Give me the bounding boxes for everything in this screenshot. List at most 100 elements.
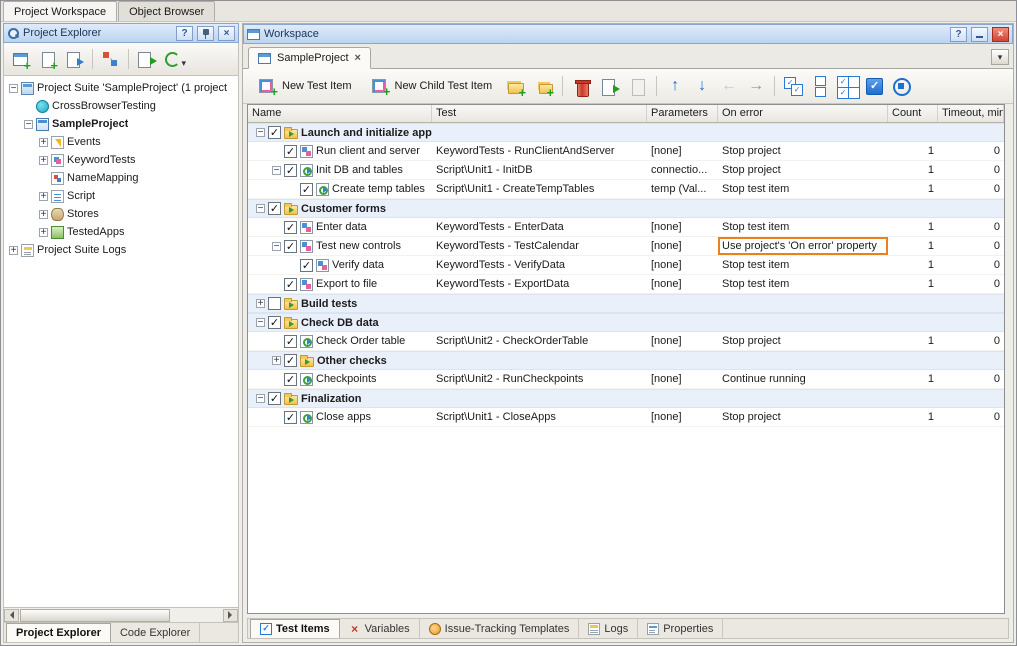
scroll-left-button[interactable] bbox=[4, 609, 19, 622]
tab-issue-tracking-templates[interactable]: Issue-Tracking Templates bbox=[420, 619, 580, 638]
expander-plus-icon[interactable] bbox=[9, 246, 18, 255]
expander-plus-icon[interactable] bbox=[39, 210, 48, 219]
close-workspace-button[interactable] bbox=[992, 27, 1009, 42]
test-item-row-finalization[interactable]: Finalization bbox=[248, 389, 1004, 408]
tree-item-events[interactable]: Events bbox=[4, 133, 238, 151]
new-test-item-button[interactable]: New Test Item bbox=[250, 73, 360, 99]
item-checkbox[interactable] bbox=[300, 183, 313, 196]
tree-item-project-suite-sampleproject-1-project[interactable]: Project Suite 'SampleProject' (1 project bbox=[4, 79, 238, 97]
tree-item-stores[interactable]: Stores bbox=[4, 205, 238, 223]
test-item-row-export-to-file[interactable]: Export to fileKeywordTests - ExportData[… bbox=[248, 275, 1004, 294]
column-header-count[interactable]: Count bbox=[888, 105, 938, 122]
import-project-icon[interactable] bbox=[134, 47, 159, 72]
test-item-row-other-checks[interactable]: Other checks bbox=[248, 351, 1004, 370]
item-checkbox[interactable] bbox=[284, 221, 297, 234]
expander-minus-icon[interactable] bbox=[256, 394, 265, 403]
expander-plus-icon[interactable] bbox=[39, 138, 48, 147]
enable-all-items-icon[interactable] bbox=[835, 74, 859, 98]
expander-minus-icon[interactable] bbox=[272, 166, 281, 175]
expander-plus-icon[interactable] bbox=[256, 299, 265, 308]
export-test-items-icon[interactable] bbox=[597, 74, 622, 99]
new-group-folder-icon[interactable] bbox=[503, 74, 528, 99]
pin-button[interactable] bbox=[197, 26, 214, 41]
delete-test-item-icon[interactable] bbox=[569, 74, 594, 99]
add-new-item-icon[interactable] bbox=[8, 47, 33, 72]
refresh-dropdown-icon[interactable] bbox=[161, 47, 186, 72]
expander-minus-icon[interactable] bbox=[272, 242, 281, 251]
test-item-row-test-new-controls[interactable]: Test new controlsKeywordTests - TestCale… bbox=[248, 237, 1004, 256]
scrollbar-thumb[interactable] bbox=[20, 609, 170, 622]
item-checkbox[interactable] bbox=[284, 240, 297, 253]
tree-item-sampleproject[interactable]: SampleProject bbox=[4, 115, 238, 133]
stop-on-error-icon[interactable] bbox=[889, 74, 913, 98]
tree-item-project-suite-logs[interactable]: Project Suite Logs bbox=[4, 241, 238, 259]
item-checkbox[interactable] bbox=[268, 316, 281, 329]
object-mapping-icon[interactable] bbox=[98, 47, 123, 72]
item-checkbox[interactable] bbox=[268, 202, 281, 215]
expander-minus-icon[interactable] bbox=[256, 204, 265, 213]
item-checkbox[interactable] bbox=[284, 335, 297, 348]
tab-logs[interactable]: Logs bbox=[579, 619, 638, 638]
horizontal-scrollbar[interactable] bbox=[3, 608, 239, 623]
test-item-row-enter-data[interactable]: Enter dataKeywordTests - EnterData[none]… bbox=[248, 218, 1004, 237]
expander-plus-icon[interactable] bbox=[272, 356, 281, 365]
test-item-row-customer-forms[interactable]: Customer forms bbox=[248, 199, 1004, 218]
tree-item-testedapps[interactable]: TestedApps bbox=[4, 223, 238, 241]
tree-item-keywordtests[interactable]: KeywordTests bbox=[4, 151, 238, 169]
enable-selected-items-icon[interactable] bbox=[781, 74, 805, 98]
expander-plus-icon[interactable] bbox=[39, 156, 48, 165]
item-checkbox[interactable] bbox=[300, 259, 313, 272]
tab-test-items[interactable]: Test Items bbox=[250, 619, 340, 638]
test-item-row-verify-data[interactable]: Verify dataKeywordTests - VerifyData[non… bbox=[248, 256, 1004, 275]
close-tab-icon[interactable] bbox=[355, 52, 361, 64]
expander-minus-icon[interactable] bbox=[24, 120, 33, 129]
test-item-row-launch-and-initialize-applications[interactable]: Launch and initialize applications bbox=[248, 123, 1004, 142]
document-list-dropdown-button[interactable] bbox=[991, 49, 1009, 65]
item-checkbox[interactable] bbox=[284, 164, 297, 177]
document-tab-sampleproject[interactable]: SampleProject bbox=[248, 47, 371, 69]
test-item-row-build-tests[interactable]: Build tests bbox=[248, 294, 1004, 313]
tab-project-explorer[interactable]: Project Explorer bbox=[6, 623, 111, 642]
window-tab-object-browser[interactable]: Object Browser bbox=[118, 1, 215, 21]
tab-code-explorer[interactable]: Code Explorer bbox=[111, 623, 200, 642]
test-item-row-create-temp-tables[interactable]: Create temp tablesScript\Unit1 - CreateT… bbox=[248, 180, 1004, 199]
column-header-name[interactable]: Name bbox=[248, 105, 432, 122]
test-item-row-check-order-table[interactable]: Check Order tableScript\Unit2 - CheckOrd… bbox=[248, 332, 1004, 351]
open-file-icon[interactable] bbox=[62, 47, 87, 72]
scroll-right-button[interactable] bbox=[223, 609, 238, 622]
help-button[interactable] bbox=[176, 26, 193, 41]
test-item-row-check-db-data[interactable]: Check DB data bbox=[248, 313, 1004, 332]
item-checkbox[interactable] bbox=[268, 392, 281, 405]
minimize-button[interactable] bbox=[971, 27, 988, 42]
item-checkbox[interactable] bbox=[284, 373, 297, 386]
test-item-row-close-apps[interactable]: Close appsScript\Unit1 - CloseApps[none]… bbox=[248, 408, 1004, 427]
new-child-group-folder-icon[interactable] bbox=[531, 74, 556, 99]
item-checkbox[interactable] bbox=[284, 278, 297, 291]
test-item-row-init-db-and-tables[interactable]: Init DB and tablesScript\Unit1 - InitDBc… bbox=[248, 161, 1004, 180]
expander-minus-icon[interactable] bbox=[256, 128, 265, 137]
expander-plus-icon[interactable] bbox=[39, 228, 48, 237]
test-item-row-checkpoints[interactable]: CheckpointsScript\Unit2 - RunCheckpoints… bbox=[248, 370, 1004, 389]
column-header-test[interactable]: Test bbox=[432, 105, 647, 122]
add-existing-item-icon[interactable] bbox=[35, 47, 60, 72]
new-child-test-item-button[interactable]: New Child Test Item bbox=[363, 73, 501, 99]
column-header-on-error[interactable]: On error bbox=[718, 105, 888, 122]
tab-variables[interactable]: Variables bbox=[340, 619, 420, 638]
column-header-parameters[interactable]: Parameters bbox=[647, 105, 718, 122]
move-up-icon[interactable] bbox=[663, 74, 687, 98]
move-right-icon[interactable] bbox=[744, 74, 768, 98]
expander-minus-icon[interactable] bbox=[9, 84, 18, 93]
window-tab-project-workspace[interactable]: Project Workspace bbox=[3, 1, 117, 21]
help-button[interactable] bbox=[950, 27, 967, 42]
tab-properties[interactable]: Properties bbox=[638, 619, 723, 638]
close-panel-button[interactable] bbox=[218, 26, 235, 41]
tree-item-script[interactable]: Script bbox=[4, 187, 238, 205]
expander-minus-icon[interactable] bbox=[256, 318, 265, 327]
tree-item-namemapping[interactable]: NameMapping bbox=[4, 169, 238, 187]
expander-plus-icon[interactable] bbox=[39, 192, 48, 201]
item-checkbox[interactable] bbox=[268, 126, 281, 139]
disable-selected-items-icon[interactable] bbox=[808, 74, 832, 98]
item-checkbox[interactable] bbox=[268, 297, 281, 310]
enable-item-icon[interactable] bbox=[862, 74, 886, 98]
tree-item-crossbrowsertesting[interactable]: CrossBrowserTesting bbox=[4, 97, 238, 115]
